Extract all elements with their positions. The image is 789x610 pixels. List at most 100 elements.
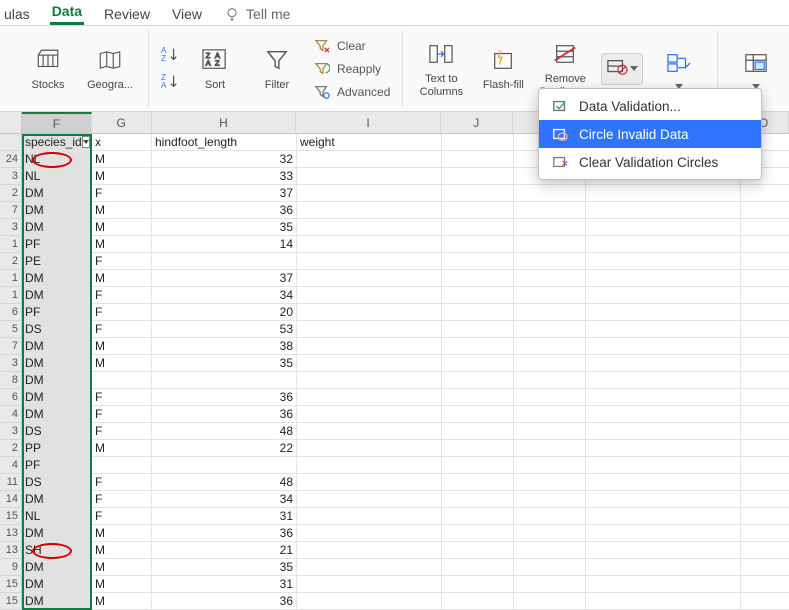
cell-hindfoot[interactable]: 37 — [152, 185, 297, 202]
cell-x[interactable]: F — [92, 321, 152, 338]
cell[interactable] — [514, 304, 586, 321]
cell-x[interactable] — [92, 372, 152, 389]
cell[interactable] — [442, 134, 514, 151]
cell-hindfoot[interactable] — [152, 457, 297, 474]
cell-hindfoot[interactable]: 36 — [152, 389, 297, 406]
cell-hindfoot[interactable]: 48 — [152, 423, 297, 440]
cell[interactable] — [741, 406, 789, 423]
cell[interactable] — [741, 338, 789, 355]
cell-weight[interactable] — [297, 185, 442, 202]
cell[interactable] — [514, 593, 586, 610]
cell[interactable] — [741, 525, 789, 542]
cell[interactable] — [586, 508, 741, 525]
cell[interactable] — [514, 355, 586, 372]
cell[interactable] — [514, 270, 586, 287]
cell-species-id[interactable]: DM — [22, 576, 92, 593]
cell-weight[interactable] — [297, 270, 442, 287]
cell[interactable] — [741, 559, 789, 576]
row-header[interactable]: 4 — [0, 406, 22, 423]
cell-weight[interactable] — [297, 576, 442, 593]
cell[interactable] — [586, 338, 741, 355]
row-header[interactable]: 6 — [0, 389, 22, 406]
cell-weight[interactable] — [297, 355, 442, 372]
cell[interactable] — [586, 389, 741, 406]
cell-weight[interactable] — [297, 440, 442, 457]
tab-data[interactable]: Data — [50, 1, 84, 25]
cell-x[interactable]: M — [92, 338, 152, 355]
cell-hindfoot[interactable]: 20 — [152, 304, 297, 321]
row-header[interactable]: 14 — [0, 491, 22, 508]
cell-x[interactable]: M — [92, 151, 152, 168]
row-header[interactable]: 8 — [0, 372, 22, 389]
row-header[interactable]: 7 — [0, 338, 22, 355]
cell[interactable] — [442, 253, 514, 270]
cell[interactable] — [741, 185, 789, 202]
cell-hindfoot[interactable]: 21 — [152, 542, 297, 559]
cell[interactable] — [586, 253, 741, 270]
cell-hindfoot[interactable]: 34 — [152, 491, 297, 508]
cell[interactable] — [442, 559, 514, 576]
row-header[interactable]: 15 — [0, 508, 22, 525]
cell[interactable] — [442, 525, 514, 542]
cell[interactable] — [514, 576, 586, 593]
cell-weight[interactable] — [297, 423, 442, 440]
cell-x[interactable]: F — [92, 406, 152, 423]
cell[interactable] — [442, 406, 514, 423]
cell-species-id[interactable]: DS — [22, 474, 92, 491]
column-header-G[interactable]: G — [92, 112, 152, 133]
advanced-button[interactable]: Advanced — [313, 83, 390, 101]
header-x[interactable]: x — [92, 134, 152, 151]
menu-item-circle-invalid[interactable]: Circle Invalid Data — [539, 120, 761, 148]
cell-weight[interactable] — [297, 202, 442, 219]
cell[interactable] — [741, 219, 789, 236]
cell[interactable] — [442, 236, 514, 253]
cell-weight[interactable] — [297, 253, 442, 270]
select-all-corner[interactable] — [0, 112, 22, 133]
cell-x[interactable]: M — [92, 219, 152, 236]
cell-x[interactable]: F — [92, 474, 152, 491]
cell-species-id[interactable]: NL — [22, 151, 92, 168]
cell-species-id[interactable]: DM — [22, 406, 92, 423]
cell-hindfoot[interactable]: 35 — [152, 355, 297, 372]
cell-hindfoot[interactable]: 34 — [152, 287, 297, 304]
row-header[interactable]: 3 — [0, 423, 22, 440]
cell-x[interactable]: M — [92, 542, 152, 559]
cell[interactable] — [514, 202, 586, 219]
cell-hindfoot[interactable]: 22 — [152, 440, 297, 457]
cell[interactable] — [586, 559, 741, 576]
cell[interactable] — [442, 491, 514, 508]
cell[interactable] — [741, 202, 789, 219]
cell-hindfoot[interactable]: 14 — [152, 236, 297, 253]
cell-hindfoot[interactable]: 36 — [152, 525, 297, 542]
cell-weight[interactable] — [297, 457, 442, 474]
cell[interactable] — [442, 423, 514, 440]
cell[interactable] — [442, 202, 514, 219]
cell-hindfoot[interactable]: 33 — [152, 168, 297, 185]
column-header-I[interactable]: I — [296, 112, 441, 133]
cell[interactable] — [514, 474, 586, 491]
menu-item-clear-circles[interactable]: Clear Validation Circles — [539, 148, 761, 176]
cell-hindfoot[interactable]: 53 — [152, 321, 297, 338]
cell-weight[interactable] — [297, 491, 442, 508]
row-header[interactable]: 2 — [0, 253, 22, 270]
cell[interactable] — [741, 270, 789, 287]
cell[interactable] — [442, 185, 514, 202]
cell[interactable] — [741, 542, 789, 559]
consolidate-button[interactable] — [653, 48, 705, 89]
cell-species-id[interactable]: DS — [22, 321, 92, 338]
row-header[interactable]: 5 — [0, 321, 22, 338]
cell[interactable] — [586, 355, 741, 372]
cell-x[interactable]: F — [92, 491, 152, 508]
cell-species-id[interactable]: DM — [22, 338, 92, 355]
cell-weight[interactable] — [297, 542, 442, 559]
cell[interactable] — [442, 457, 514, 474]
header-weight[interactable]: weight — [297, 134, 442, 151]
cell-hindfoot[interactable] — [152, 372, 297, 389]
cell-hindfoot[interactable]: 31 — [152, 576, 297, 593]
cell[interactable] — [741, 423, 789, 440]
cell-species-id[interactable]: DM — [22, 287, 92, 304]
cell[interactable] — [586, 576, 741, 593]
cell[interactable] — [586, 406, 741, 423]
tab-review[interactable]: Review — [102, 4, 152, 25]
cell[interactable] — [514, 389, 586, 406]
